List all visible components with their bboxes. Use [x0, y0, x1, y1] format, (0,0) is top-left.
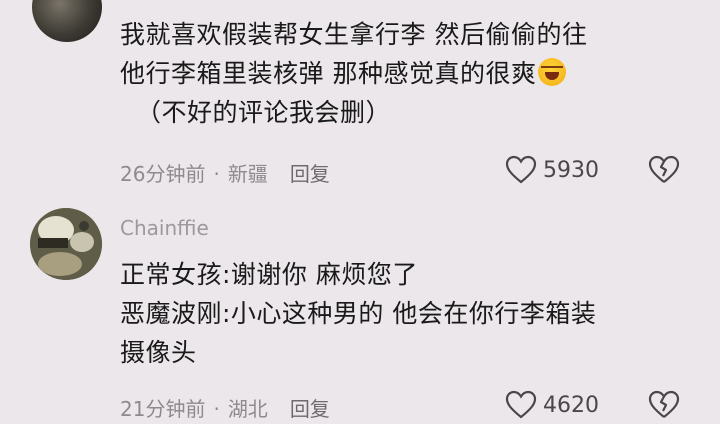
comment-location: 新疆: [227, 162, 268, 186]
comment-line: 我就喜欢假装帮女生拿行李 然后偷偷的往: [120, 20, 588, 49]
comment-username[interactable]: Chainffie: [120, 216, 209, 240]
comment-line: 摄像头: [120, 338, 197, 367]
comment-meta: 26分钟前 · 新疆 回复: [120, 162, 330, 186]
comment-time: 21分钟前: [120, 397, 206, 421]
broken-heart-icon: [648, 390, 680, 418]
avatar[interactable]: [32, 0, 102, 42]
comment-time: 26分钟前: [120, 162, 206, 186]
comment-line: 恶魔波刚:小心这种男的 他会在你行李箱装: [120, 299, 597, 328]
like-button[interactable]: 4620: [505, 390, 599, 420]
dislike-button[interactable]: [648, 155, 680, 189]
dislike-button[interactable]: [648, 390, 680, 424]
comment-line: （不好的评论我会删）: [136, 98, 392, 127]
reply-button[interactable]: 回复: [290, 162, 330, 186]
comment-line: 正常女孩:谢谢你 麻烦您了: [120, 260, 418, 289]
like-button[interactable]: 5930: [505, 155, 599, 185]
reply-button[interactable]: 回复: [290, 397, 330, 421]
like-count: 5930: [543, 157, 599, 183]
heart-icon: [505, 390, 537, 419]
comment-text: 正常女孩:谢谢你 麻烦您了 恶魔波刚:小心这种男的 他会在你行李箱装 摄像头: [120, 255, 596, 372]
like-count: 4620: [543, 392, 599, 418]
avatar[interactable]: [30, 208, 102, 280]
laughing-tears-emoji-icon: [538, 58, 567, 86]
avatar-image: [30, 208, 102, 280]
heart-icon: [505, 155, 537, 184]
comment-meta: 21分钟前 · 湖北 回复: [120, 397, 330, 421]
comment-text: 我就喜欢假装帮女生拿行李 然后偷偷的往 他行李箱里装核弹 那种感觉真的很爽 （不…: [120, 15, 587, 132]
comment-location: 湖北: [227, 397, 268, 421]
broken-heart-icon: [648, 155, 680, 183]
comment-line: 他行李箱里装核弹 那种感觉真的很爽: [120, 54, 587, 93]
